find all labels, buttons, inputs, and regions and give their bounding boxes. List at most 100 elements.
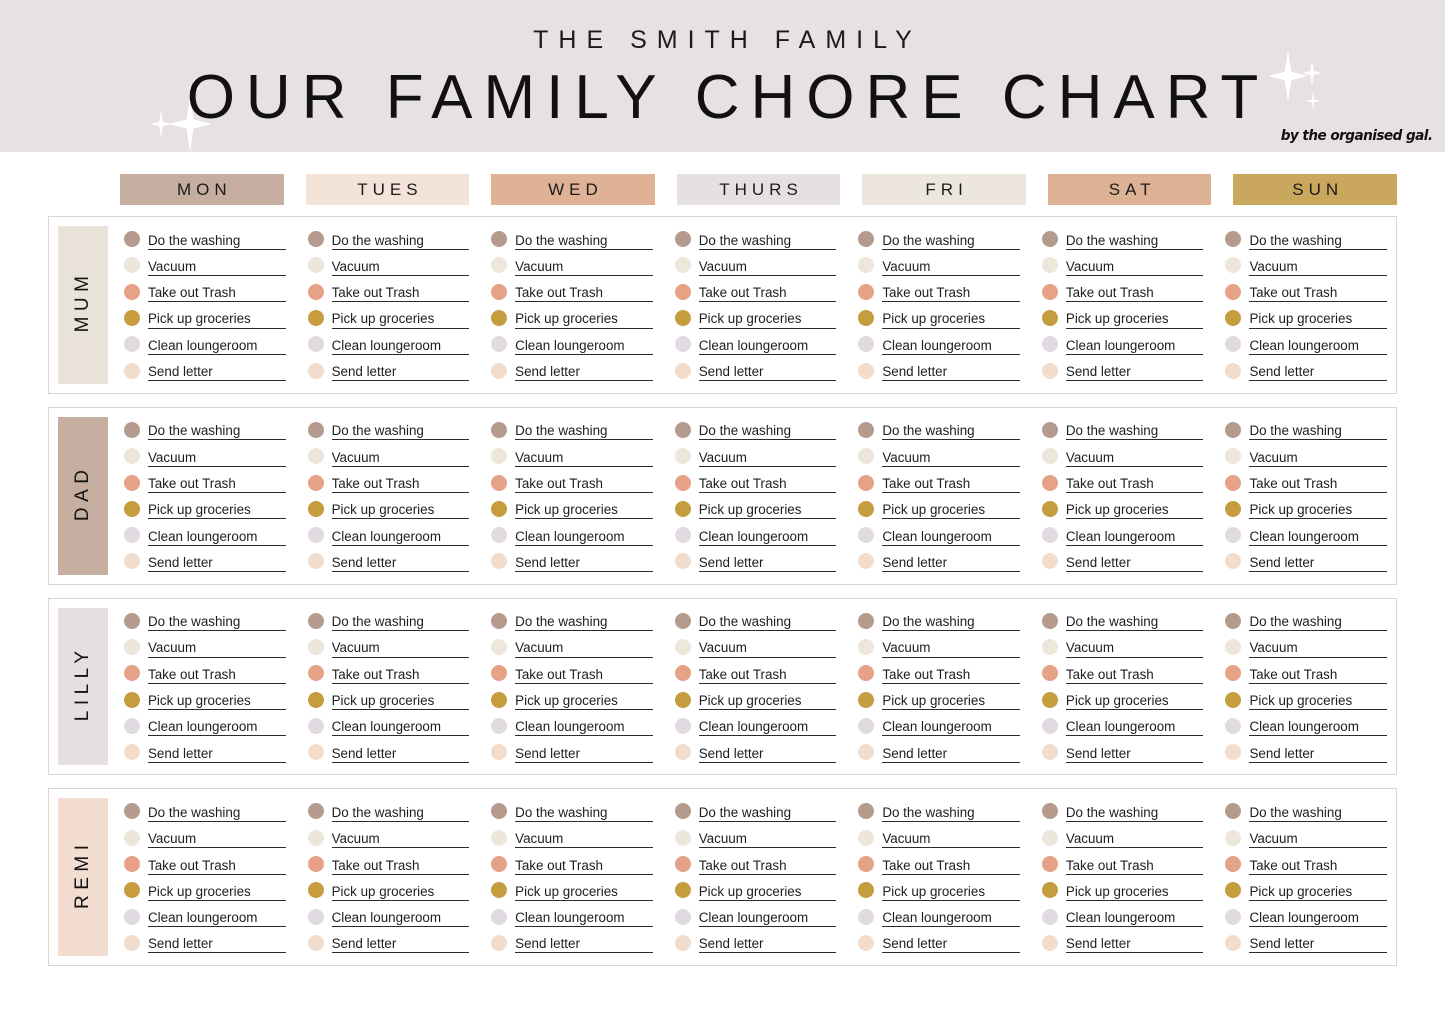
chore-item[interactable]: Pick up groceries [124,496,286,522]
chore-write-line[interactable]: Vacuum [1249,827,1388,849]
chore-checkbox-dot-icon[interactable] [1041,665,1058,682]
chore-item[interactable]: Send letter [674,548,837,574]
chore-checkbox-dot-icon[interactable] [674,336,691,353]
chore-item[interactable]: Vacuum [491,634,653,660]
chore-write-line[interactable]: Send letter [515,742,653,763]
chore-checkbox-dot-icon[interactable] [674,362,691,379]
chore-checkbox-dot-icon[interactable] [1225,448,1242,465]
chore-checkbox-dot-icon[interactable] [124,665,140,682]
chore-item[interactable]: Send letter [674,357,837,383]
chore-item[interactable]: Do the washing [1225,226,1388,252]
chore-write-line[interactable]: Pick up groceries [148,308,286,329]
chore-item[interactable]: Vacuum [858,443,1020,469]
chore-checkbox-dot-icon[interactable] [1041,691,1058,708]
chore-write-line[interactable]: Send letter [1249,742,1388,763]
chore-item[interactable]: Do the washing [1225,798,1388,824]
chore-checkbox-dot-icon[interactable] [491,362,508,379]
chore-checkbox-dot-icon[interactable] [1041,803,1058,820]
chore-write-line[interactable]: Pick up groceries [1065,308,1204,329]
chore-checkbox-dot-icon[interactable] [124,908,140,925]
chore-checkbox-dot-icon[interactable] [307,612,324,629]
chore-item[interactable]: Take out Trash [491,851,653,877]
chore-checkbox-dot-icon[interactable] [1041,527,1058,544]
chore-item[interactable]: Take out Trash [124,851,286,877]
chore-item[interactable]: Take out Trash [1225,469,1388,495]
chore-item[interactable]: Send letter [1041,548,1204,574]
chore-write-line[interactable]: Take out Trash [331,663,470,684]
chore-item[interactable]: Do the washing [858,226,1020,252]
chore-item[interactable]: Pick up groceries [1225,305,1388,331]
chore-checkbox-dot-icon[interactable] [1225,283,1242,300]
chore-item[interactable]: Take out Trash [674,279,837,305]
chore-write-line[interactable]: Send letter [331,742,470,763]
chore-item[interactable]: Send letter [491,739,653,765]
chore-write-line[interactable]: Vacuum [148,827,286,849]
chore-checkbox-dot-icon[interactable] [1225,908,1242,925]
chore-item[interactable]: Do the washing [1041,417,1204,443]
chore-write-line[interactable]: Send letter [698,551,837,572]
chore-write-line[interactable]: Do the washing [698,419,837,441]
chore-checkbox-dot-icon[interactable] [307,665,324,682]
chore-checkbox-dot-icon[interactable] [307,803,324,820]
chore-checkbox-dot-icon[interactable] [491,553,508,570]
chore-item[interactable]: Do the washing [307,798,470,824]
chore-write-line[interactable]: Do the washing [148,419,286,441]
chore-write-line[interactable]: Do the washing [698,229,837,250]
chore-item[interactable]: Pick up groceries [1041,877,1204,903]
chore-write-line[interactable]: Clean loungeroom [1249,334,1388,355]
chore-checkbox-dot-icon[interactable] [1041,448,1058,465]
chore-checkbox-dot-icon[interactable] [1225,882,1242,899]
chore-item[interactable]: Pick up groceries [307,877,470,903]
chore-write-line[interactable]: Send letter [148,742,286,763]
chore-item[interactable]: Do the washing [307,226,470,252]
chore-write-line[interactable]: Clean loungeroom [515,525,653,546]
chore-item[interactable]: Send letter [124,930,286,956]
chore-item[interactable]: Vacuum [307,825,470,851]
chore-checkbox-dot-icon[interactable] [858,717,875,734]
chore-checkbox-dot-icon[interactable] [491,474,508,491]
chore-item[interactable]: Clean loungeroom [1041,904,1204,930]
chore-item[interactable]: Do the washing [674,417,837,443]
chore-write-line[interactable]: Take out Trash [698,281,837,303]
chore-item[interactable]: Take out Trash [1041,660,1204,686]
chore-write-line[interactable]: Pick up groceries [515,308,653,329]
chore-checkbox-dot-icon[interactable] [674,474,691,491]
chore-write-line[interactable]: Do the washing [882,610,1020,632]
chore-write-line[interactable]: Send letter [331,551,470,572]
chore-checkbox-dot-icon[interactable] [674,421,691,438]
chore-write-line[interactable]: Pick up groceries [698,498,837,520]
chore-write-line[interactable]: Take out Trash [1249,472,1388,494]
chore-write-line[interactable]: Do the washing [331,610,470,632]
chore-item[interactable]: Clean loungeroom [124,331,286,357]
chore-item[interactable]: Clean loungeroom [307,713,470,739]
chore-item[interactable]: Pick up groceries [1041,305,1204,331]
chore-write-line[interactable]: Take out Trash [1065,281,1204,303]
chore-item[interactable]: Vacuum [858,634,1020,660]
chore-item[interactable]: Do the washing [307,417,470,443]
chore-item[interactable]: Send letter [124,739,286,765]
chore-item[interactable]: Pick up groceries [124,877,286,903]
chore-write-line[interactable]: Clean loungeroom [148,525,286,546]
chore-write-line[interactable]: Pick up groceries [1249,689,1388,711]
chore-checkbox-dot-icon[interactable] [491,283,508,300]
chore-checkbox-dot-icon[interactable] [674,257,691,274]
chore-checkbox-dot-icon[interactable] [674,856,691,873]
chore-checkbox-dot-icon[interactable] [858,934,875,951]
chore-item[interactable]: Vacuum [858,252,1020,278]
chore-write-line[interactable]: Clean loungeroom [1249,525,1388,546]
chore-item[interactable]: Send letter [491,357,653,383]
chore-write-line[interactable]: Take out Trash [515,663,653,684]
chore-write-line[interactable]: Clean loungeroom [331,906,470,928]
chore-checkbox-dot-icon[interactable] [307,474,324,491]
chore-write-line[interactable]: Do the washing [515,610,653,632]
chore-item[interactable]: Vacuum [124,825,286,851]
chore-item[interactable]: Send letter [307,548,470,574]
chore-write-line[interactable]: Send letter [331,932,470,954]
chore-item[interactable]: Vacuum [1041,443,1204,469]
chore-checkbox-dot-icon[interactable] [1225,829,1242,846]
chore-checkbox-dot-icon[interactable] [491,882,508,899]
chore-item[interactable]: Send letter [307,739,470,765]
chore-item[interactable]: Vacuum [124,252,286,278]
chore-item[interactable]: Clean loungeroom [124,904,286,930]
chore-checkbox-dot-icon[interactable] [858,283,875,300]
